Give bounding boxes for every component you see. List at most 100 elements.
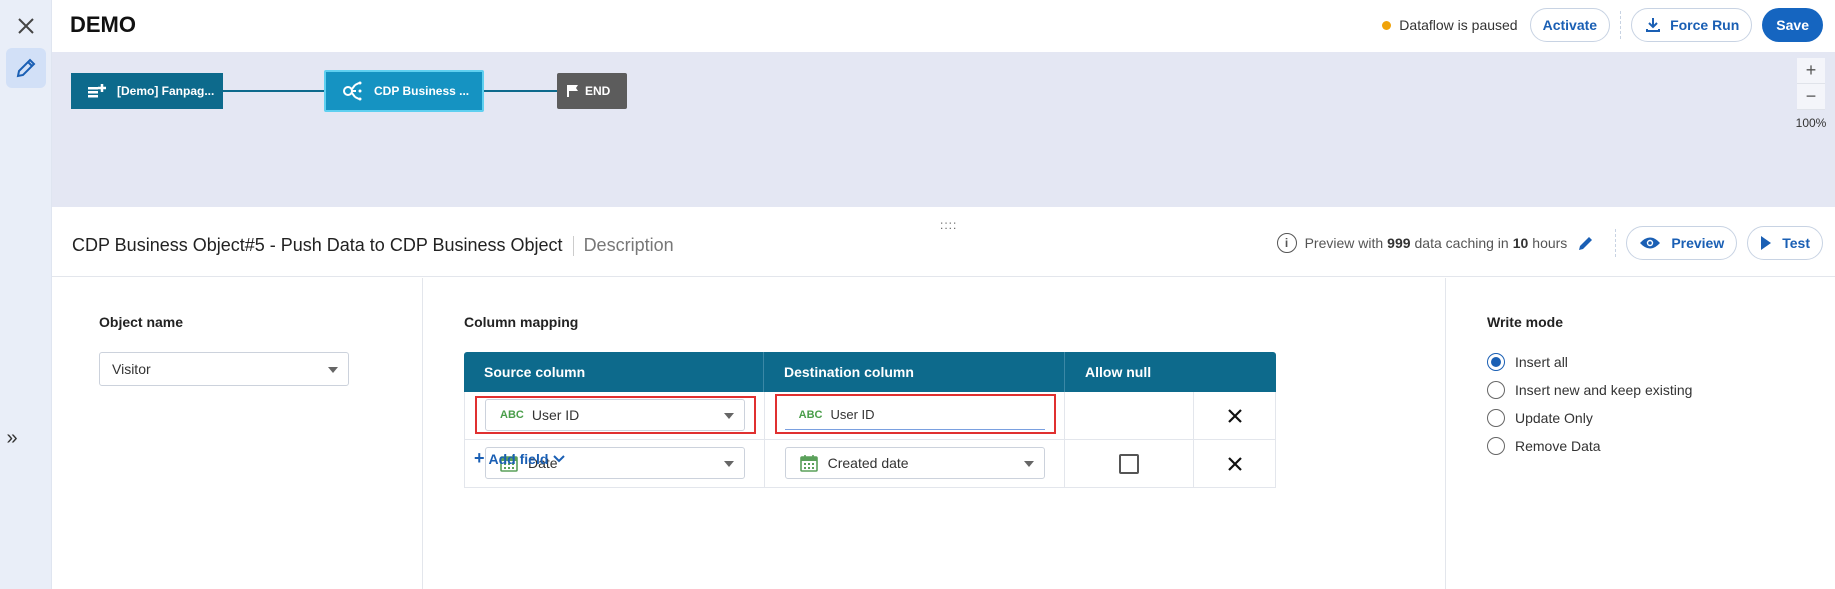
allow-null-cell (1065, 392, 1195, 439)
calendar-icon (799, 454, 818, 472)
details-divider (1615, 229, 1617, 257)
header-destination-column: Destination column (764, 352, 1065, 392)
remove-row-icon[interactable] (1227, 456, 1243, 472)
object-section: Object name Visitor (52, 278, 423, 589)
destination-column-value: User ID (830, 407, 875, 422)
flow-connector (484, 90, 557, 92)
info-icon: i (1276, 233, 1297, 253)
preview-hours: 10 (1512, 235, 1529, 251)
source-add-icon (87, 83, 107, 99)
eye-icon (1640, 237, 1661, 249)
header-source-column: Source column (464, 352, 764, 392)
write-mode-label: Write mode (1487, 314, 1563, 330)
top-header: DEMO Dataflow is paused Activate Force R… (52, 0, 1835, 52)
play-icon (1761, 236, 1772, 250)
preview-cache-info: i Preview with 999 data caching in 10 ho… (1276, 233, 1596, 253)
add-field-label: Add field (488, 450, 549, 467)
chevron-down-icon (553, 454, 566, 462)
preview-label: Preview (1671, 235, 1725, 251)
radio-label: Insert all (1515, 354, 1568, 370)
destination-column-value: Created date (827, 455, 909, 471)
zoom-level: 100% (1795, 116, 1827, 130)
header-divider (1620, 11, 1622, 39)
column-mapping-section: Column mapping Source column Destination… (424, 278, 1446, 589)
chevron-down-icon (724, 413, 734, 419)
table-row: ABC User ID ABC User ID (464, 392, 1276, 440)
source-column-select[interactable]: ABC User ID (485, 399, 745, 431)
write-mode-insert-all[interactable]: Insert all (1487, 348, 1692, 376)
radio-label: Insert new and keep existing (1515, 382, 1693, 398)
allow-null-checkbox[interactable] (1119, 453, 1140, 474)
flow-node-cdp[interactable]: CDP Business ... (324, 70, 484, 112)
node-description[interactable]: Description (584, 235, 674, 256)
object-name-value: Visitor (112, 361, 151, 377)
flow-node-end[interactable]: END (557, 73, 627, 109)
chevron-down-icon (724, 461, 734, 467)
node-config: Object name Visitor Column mapping Sourc… (52, 278, 1835, 589)
radio-selected-icon (1487, 353, 1505, 371)
close-icon[interactable] (10, 10, 42, 42)
zoom-controls: + − 100% (1795, 58, 1827, 130)
activate-button[interactable]: Activate (1529, 8, 1611, 42)
preview-button[interactable]: Preview (1626, 226, 1738, 260)
radio-icon (1487, 381, 1505, 399)
flow-node-source[interactable]: [Demo] Fanpag... (71, 73, 223, 109)
remove-row-icon[interactable] (1227, 408, 1243, 424)
edit-cache-pencil-icon[interactable] (1577, 234, 1595, 252)
flag-icon (567, 84, 579, 98)
radio-label: Update Only (1515, 410, 1593, 426)
source-column-value: User ID (531, 407, 580, 423)
force-run-label: Force Run (1670, 17, 1740, 33)
radio-label: Remove Data (1515, 438, 1601, 454)
chevron-down-icon (1023, 461, 1034, 467)
write-mode-remove-data[interactable]: Remove Data (1487, 432, 1692, 460)
flow-node-label: END (585, 84, 611, 98)
text-type-icon: ABC (798, 408, 823, 421)
radio-icon (1487, 437, 1505, 455)
column-mapping-label: Column mapping (464, 314, 579, 330)
test-button[interactable]: Test (1747, 226, 1823, 260)
destination-column-input[interactable]: ABC User ID (784, 400, 1045, 430)
table-row: Date Created date (464, 440, 1276, 488)
chevron-down-icon (328, 367, 338, 373)
text-type-icon: ABC (500, 409, 524, 421)
zoom-in-button[interactable]: + (1797, 58, 1825, 84)
add-field-button[interactable]: + Add field (474, 448, 566, 469)
status-text: Dataflow is paused (1399, 17, 1518, 33)
preview-suffix: hours (1532, 235, 1568, 251)
write-mode-section: Write mode Insert all Insert new and kee… (1447, 278, 1835, 589)
preview-prefix: Preview with (1304, 235, 1384, 251)
force-run-button[interactable]: Force Run (1631, 8, 1753, 42)
left-rail: » (0, 0, 52, 589)
write-mode-options: Insert all Insert new and keep existing … (1487, 348, 1692, 460)
status-dot-icon (1382, 20, 1392, 30)
radio-icon (1487, 409, 1505, 427)
object-name-label: Object name (99, 314, 184, 330)
preview-mid: data caching in (1414, 235, 1509, 251)
details-header: CDP Business Object#5 - Push Data to CDP… (52, 207, 1835, 277)
flow-connector (223, 90, 324, 92)
write-mode-update-only[interactable]: Update Only (1487, 404, 1692, 432)
flow-canvas[interactable]: [Demo] Fanpag... CDP Business ... END + … (52, 52, 1835, 207)
mapping-table: Source column Destination column Allow n… (464, 352, 1276, 488)
mapping-table-header: Source column Destination column Allow n… (464, 352, 1276, 392)
header-allow-null: Allow null (1085, 364, 1152, 380)
object-name-select[interactable]: Visitor (99, 352, 349, 386)
node-title: CDP Business Object#5 - Push Data to CDP… (72, 235, 563, 255)
flow-node-label: [Demo] Fanpag... (117, 84, 215, 98)
zoom-out-button[interactable]: − (1797, 84, 1825, 110)
preview-count: 999 (1387, 235, 1411, 251)
page-title: DEMO (70, 12, 136, 37)
save-button[interactable]: Save (1762, 8, 1823, 42)
cdp-flow-icon (342, 80, 364, 102)
title-divider (572, 235, 574, 256)
edit-pencil-icon[interactable] (6, 48, 46, 88)
destination-column-select[interactable]: Created date (784, 447, 1045, 479)
flow-node-label: CDP Business ... (374, 84, 470, 98)
write-mode-insert-new[interactable]: Insert new and keep existing (1487, 376, 1692, 404)
expand-panel-icon[interactable]: » (2, 426, 22, 450)
plus-icon: + (474, 448, 485, 468)
download-icon (1646, 18, 1661, 32)
dataflow-status: Dataflow is paused (1382, 17, 1518, 33)
test-label: Test (1782, 235, 1810, 251)
